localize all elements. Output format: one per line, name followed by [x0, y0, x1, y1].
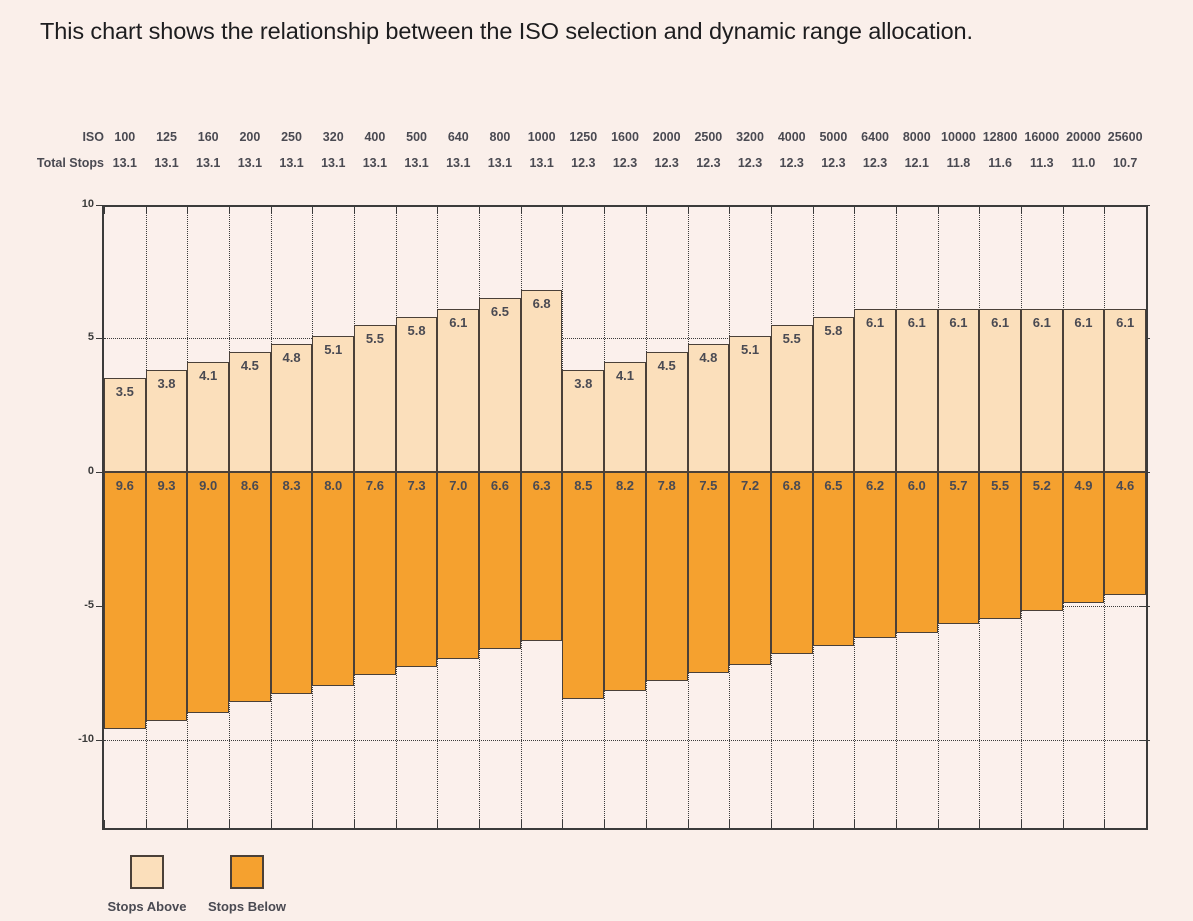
bar-value-stops-above: 4.8 [282, 349, 301, 365]
bar-value-stops-above: 6.1 [449, 314, 468, 330]
bar-value-stops-below: 6.6 [490, 478, 509, 493]
bar-value-stops-below: 9.3 [157, 478, 176, 493]
bar-segment-stops-above[interactable] [395, 316, 438, 472]
bar-value-stops-above: 4.1 [615, 368, 635, 384]
bar-value-stops-below: 5.5 [991, 478, 1010, 493]
bar-segment-stops-below[interactable] [187, 472, 230, 713]
bar-segment-stops-below[interactable] [104, 472, 146, 729]
bar-segment-stops-below[interactable] [854, 472, 896, 638]
bar-value-stops-below: 7.5 [699, 478, 718, 493]
bar-value-stops-below: 9.0 [199, 478, 218, 493]
bar-value-stops-below: 6.5 [824, 478, 843, 493]
bar-value-stops-below: 7.6 [365, 478, 384, 493]
bar-value-stops-below: 6.0 [907, 478, 926, 493]
bar-segment-stops-below[interactable] [979, 472, 1021, 620]
bar-value-stops-above: 3.5 [115, 384, 134, 400]
bar-segment-stops-below[interactable] [145, 472, 188, 721]
bar-value-stops-above: 3.8 [574, 376, 593, 392]
bar-value-stops-above: 4.1 [199, 368, 218, 384]
bar-segment-stops-below[interactable] [520, 472, 563, 641]
bar-value-stops-above: 6.1 [1116, 314, 1135, 330]
bar-value-stops-above: 5.5 [782, 330, 801, 346]
bar-value-stops-above: 5.1 [740, 341, 760, 357]
bar-segment-stops-below[interactable] [479, 472, 521, 649]
bar-segment-stops-below[interactable] [812, 472, 855, 646]
bar-value-stops-above: 4.5 [657, 357, 676, 373]
bar-segment-stops-below[interactable] [770, 472, 813, 654]
bar-value-stops-above: 6.1 [907, 314, 926, 330]
bar-segment-stops-below[interactable] [687, 472, 730, 673]
bar-segment-stops-above[interactable] [479, 298, 521, 472]
bar-value-stops-above: 4.8 [699, 349, 718, 365]
bar-value-stops-below: 7.3 [407, 478, 426, 493]
bar-value-stops-below: 5.2 [1032, 478, 1051, 493]
bar-segment-stops-below[interactable] [604, 472, 646, 692]
bar-value-stops-below: 6.2 [866, 478, 885, 493]
bar-segment-stops-below[interactable] [229, 472, 271, 703]
bar-segment-stops-below[interactable] [354, 472, 396, 676]
bar-value-stops-below: 4.6 [1116, 478, 1135, 493]
bar-segment-stops-above[interactable] [520, 290, 563, 472]
bar-segment-stops-above[interactable] [854, 308, 896, 472]
bar-value-stops-above: 6.5 [490, 304, 509, 320]
bar-value-stops-above: 6.1 [866, 314, 885, 330]
bar-segment-stops-below[interactable] [270, 472, 313, 695]
bar-segment-stops-above[interactable] [979, 308, 1021, 472]
bar-segment-stops-below[interactable] [395, 472, 438, 668]
bar-segment-stops-below[interactable] [312, 472, 355, 686]
chart-page: This chart shows the relationship betwee… [0, 0, 1193, 921]
bar-value-stops-below: 5.7 [949, 478, 968, 493]
bar-value-stops-above: 5.8 [824, 322, 843, 338]
legend-label: Stops Above [107, 899, 187, 914]
bar-segment-stops-above[interactable] [812, 316, 855, 472]
legend-swatch-icon [230, 855, 264, 889]
bar-value-stops-above: 6.1 [1032, 314, 1051, 330]
bar-segment-stops-below[interactable] [729, 472, 771, 665]
bar-segment-stops-above[interactable] [354, 324, 396, 472]
bar-value-stops-below: 8.5 [574, 478, 593, 493]
bar-segment-stops-below[interactable] [437, 472, 480, 660]
bar-segment-stops-below[interactable] [895, 472, 938, 633]
bar-segment-stops-above[interactable] [895, 308, 938, 472]
bar-value-stops-above: 5.1 [324, 341, 343, 357]
bar-value-stops-below: 8.0 [324, 478, 343, 493]
bar-value-stops-below: 8.6 [240, 478, 259, 493]
bar-value-stops-below: 7.8 [657, 478, 676, 493]
bar-value-stops-below: 6.8 [782, 478, 801, 493]
bars-layer: 3.5 9.6 3.8 9.3 4.1 9.0 4.5 8.6 4.8 8.3 5.1 8.0 5.5 7… [0, 0, 1193, 921]
bar-segment-stops-above[interactable] [1104, 308, 1146, 472]
bar-value-stops-above: 4.5 [240, 357, 259, 373]
bar-value-stops-below: 4.9 [1074, 478, 1093, 493]
bar-value-stops-below: 6.3 [532, 478, 551, 493]
legend-label: Stops Below [207, 899, 287, 914]
bar-segment-stops-below[interactable] [645, 472, 688, 681]
bar-segment-stops-above[interactable] [937, 308, 980, 472]
bar-value-stops-above: 6.1 [1074, 314, 1093, 330]
bar-value-stops-above: 3.8 [157, 376, 176, 392]
bar-value-stops-below: 7.2 [740, 478, 760, 493]
bar-segment-stops-above[interactable] [437, 308, 480, 472]
bar-value-stops-below: 7.0 [449, 478, 468, 493]
bar-value-stops-above: 5.8 [407, 322, 426, 338]
bar-segment-stops-below[interactable] [562, 472, 605, 700]
bar-segment-stops-above[interactable] [770, 324, 813, 472]
bar-value-stops-below: 8.2 [615, 478, 635, 493]
bar-segment-stops-above[interactable] [1062, 308, 1105, 472]
bar-value-stops-above: 6.1 [949, 314, 968, 330]
bar-segment-stops-above[interactable] [1020, 308, 1063, 472]
bar-value-stops-above: 6.1 [991, 314, 1010, 330]
bar-segment-stops-below[interactable] [937, 472, 980, 625]
bar-value-stops-below: 9.6 [115, 478, 134, 493]
bar-value-stops-above: 5.5 [365, 330, 384, 346]
bar-value-stops-below: 8.3 [282, 478, 301, 493]
legend-swatch-icon [130, 855, 164, 889]
bar-value-stops-above: 6.8 [532, 296, 551, 312]
